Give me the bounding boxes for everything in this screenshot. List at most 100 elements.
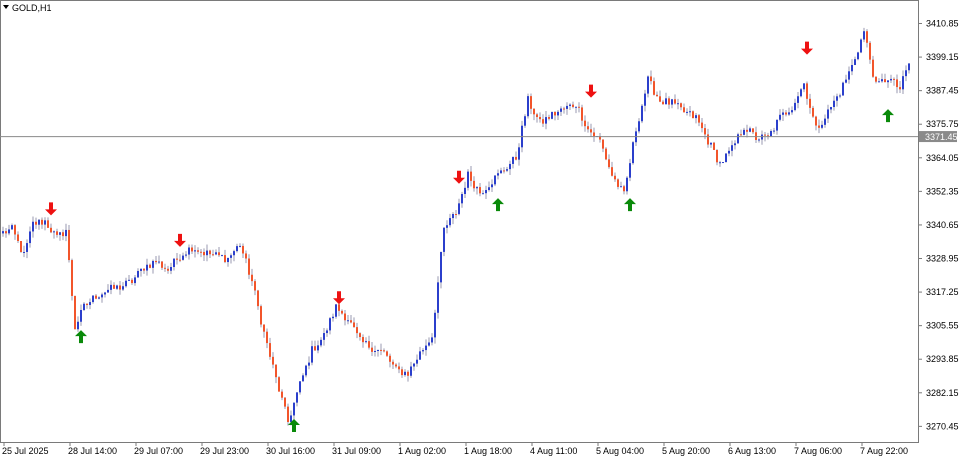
candle-body [41,219,43,225]
candle-body [713,142,715,150]
y-tick-label: 3270.45 [926,421,959,431]
candle-body [899,87,901,90]
candle-body [692,111,694,119]
candle-body [614,175,616,180]
candle-body [845,79,847,83]
candle-body [248,258,250,275]
candle-body [815,116,817,126]
candle-body [617,179,619,187]
candle-body [467,171,469,188]
candle-body [548,117,550,119]
candle-body [686,111,688,113]
candle-body [320,339,322,346]
candle-body [884,79,886,83]
candle-body [764,134,766,136]
candle-body [539,117,541,120]
candle-body [830,107,832,110]
candle-body [260,306,262,325]
symbol-label: GOLD,H1 [12,3,52,13]
candle-body [746,129,748,132]
candle-body [389,355,391,362]
candle-body [734,143,736,146]
candle-body [152,260,154,268]
candle-body [710,142,712,145]
candle-body [314,346,316,351]
candle-body [236,246,238,252]
candle-body [794,102,796,111]
x-tick-label: 29 Jul 07:00 [134,446,183,456]
x-tick-label: 5 Aug 04:00 [596,446,644,456]
candle-body [56,231,58,235]
candle-body [125,280,127,287]
candle-body [185,254,187,256]
candle-body [242,245,244,254]
candle-body [770,130,772,137]
candle-body [728,150,730,154]
y-tick-label: 3282.15 [926,388,959,398]
candle-body [299,381,301,393]
candle-body [359,333,361,338]
candle-body [188,247,190,255]
price-axis[interactable]: 3410.85 3399.15 3387.45 3375.75 3364.05 3352.… [918,19,959,432]
candle-body [524,116,526,126]
candle-body [146,264,148,271]
candle-body [215,252,217,255]
candle-body [842,82,844,96]
candle-body [161,261,163,268]
candle-body [827,109,829,119]
candle-body [113,284,115,289]
candle-body [590,129,592,133]
candle-body [149,264,151,268]
candle-body [611,167,613,176]
candle-body [902,76,904,90]
candle-body [224,255,226,263]
candle-body [497,173,499,176]
candle-body [509,163,511,170]
candle-body [383,350,385,352]
x-tick-label: 31 Jul 09:00 [332,446,381,456]
x-tick-label: 5 Aug 20:00 [662,446,710,456]
candle-body [353,322,355,328]
candle-body [278,377,280,392]
y-tick-label: 3399.15 [926,52,959,62]
candle-body [656,94,658,97]
candle-body [431,337,433,343]
candle-body [227,257,229,263]
candle-body [800,89,802,97]
candle-body [164,267,166,269]
candle-body [68,229,70,261]
candle-body [671,99,673,105]
candle-body [557,111,559,116]
price-chart[interactable]: 3410.85 3399.15 3387.45 3375.75 3364.05 3352.… [0,0,960,458]
time-axis[interactable]: 25 Jul 2025 28 Jul 14:00 29 Jul 07:00 29 Ju… [2,442,908,456]
plot-area[interactable] [0,0,919,443]
candle-body [362,337,364,343]
candle-body [887,80,889,83]
chart-frame[interactable]: 3410.85 3399.15 3387.45 3375.75 3364.05 3352.… [0,0,960,458]
candle-body [62,232,64,237]
candle-body [413,363,415,367]
candle-body [92,295,94,303]
candle-body [407,371,409,376]
candle-body [818,125,820,128]
candle-body [455,214,457,216]
candle-body [20,240,22,253]
candle-body [290,415,292,422]
candle-body [437,282,439,313]
y-tick-label: 3328.95 [926,254,959,264]
candle-body [392,361,394,365]
candle-body [86,303,88,306]
candle-body [137,270,139,278]
candle-body [311,346,313,363]
candle-body [836,96,838,101]
candle-body [356,327,358,334]
candle-body [536,114,538,118]
candle-body [182,255,184,260]
candle-body [371,347,373,352]
candle-body [752,128,754,133]
candle-body [410,366,412,376]
candle-body [839,95,841,97]
candle-body [620,186,622,188]
candle-body [47,220,49,228]
candle-body [197,250,199,252]
